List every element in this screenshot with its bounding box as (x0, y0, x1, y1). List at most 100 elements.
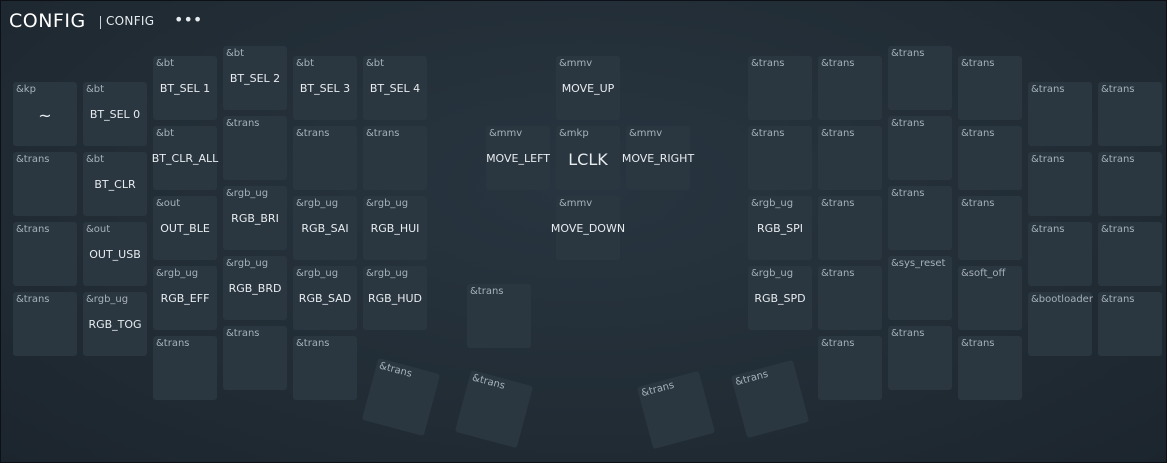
key-49[interactable]: &trans (818, 266, 882, 330)
key-behavior: &rgb_ug (226, 188, 269, 199)
key-0[interactable]: &kp ~ (13, 82, 77, 146)
key-param: OUT_BLE (160, 222, 210, 235)
key-behavior: &trans (751, 58, 785, 69)
key-58[interactable]: &trans (888, 326, 952, 390)
key-29[interactable]: &out OUT_USB (83, 222, 147, 286)
key-44[interactable]: &rgb_ug RGB_BRD (223, 256, 287, 320)
key-41[interactable]: &trans (13, 292, 77, 356)
key-4[interactable]: &bt BT_SEL 3 (293, 56, 357, 120)
key-52[interactable]: &bootloader (1028, 292, 1093, 356)
key-59[interactable]: &trans (958, 336, 1022, 400)
key-38[interactable]: &trans (958, 196, 1022, 260)
key-27[interactable]: &trans (1098, 152, 1162, 216)
key-behavior: &trans (1101, 84, 1135, 95)
key-35[interactable]: &rgb_ug RGB_SPI (748, 196, 812, 260)
key-23[interactable]: &trans (818, 126, 882, 190)
key-25[interactable]: &trans (958, 126, 1022, 190)
key-34[interactable]: &mmv MOVE_DOWN (551, 196, 625, 260)
keymap-editor: CONFIG CONFIG ••• &kp ~ &bt BT_SEL 0 &bt BT_S… (0, 0, 1167, 463)
key-behavior: &trans (470, 372, 507, 392)
key-3[interactable]: &bt BT_SEL 2 (223, 46, 287, 110)
key-42[interactable]: &rgb_ug RGB_TOG (83, 292, 147, 356)
key-behavior: &trans (16, 224, 50, 235)
key-32[interactable]: &rgb_ug RGB_SAI (293, 196, 357, 260)
key-behavior: &bt (86, 84, 105, 95)
key-17[interactable]: &trans (293, 126, 357, 190)
key-19[interactable]: &mmv MOVE_LEFT (486, 126, 550, 190)
key-behavior: &trans (821, 338, 855, 349)
key-56[interactable]: &trans (293, 336, 357, 400)
key-54[interactable]: &trans (153, 336, 217, 400)
key-45[interactable]: &rgb_ug RGB_SAD (293, 266, 357, 330)
key-behavior: &trans (821, 268, 855, 279)
key-behavior: &bt (86, 154, 105, 165)
key-31[interactable]: &rgb_ug RGB_BRI (223, 186, 287, 250)
key-46[interactable]: &rgb_ug RGB_HUD (363, 266, 427, 330)
key-55[interactable]: &trans (223, 326, 287, 390)
key-behavior: &out (86, 224, 111, 235)
key-5[interactable]: &bt BT_SEL 4 (363, 56, 427, 120)
key-48[interactable]: &rgb_ug RGB_SPD (748, 266, 812, 330)
key-2[interactable]: &bt BT_SEL 1 (153, 56, 217, 120)
key-13[interactable]: &trans (13, 152, 77, 216)
key-behavior: &rgb_ug (156, 268, 199, 279)
key-10[interactable]: &trans (958, 56, 1022, 120)
key-51[interactable]: &soft_off (958, 266, 1022, 330)
key-16[interactable]: &trans (223, 116, 287, 180)
key-63[interactable]: &trans (730, 359, 810, 439)
key-18[interactable]: &trans (363, 126, 427, 190)
key-20[interactable]: &mkp LCLK (556, 126, 620, 190)
key-8[interactable]: &trans (818, 56, 882, 120)
key-behavior: &trans (891, 118, 925, 129)
key-60[interactable]: &trans (361, 357, 441, 437)
key-33[interactable]: &rgb_ug RGB_HUI (363, 196, 427, 260)
key-57[interactable]: &trans (818, 336, 882, 400)
key-behavior: &rgb_ug (86, 294, 129, 305)
key-47[interactable]: &trans (467, 284, 531, 348)
key-11[interactable]: &trans (1028, 82, 1092, 146)
key-50[interactable]: &sys_reset (888, 256, 952, 320)
key-14[interactable]: &bt BT_CLR (83, 152, 147, 216)
key-behavior: &rgb_ug (296, 198, 339, 209)
key-behavior: &trans (1031, 224, 1065, 235)
key-24[interactable]: &trans (888, 116, 952, 180)
key-28[interactable]: &trans (13, 222, 77, 286)
key-behavior: &rgb_ug (366, 198, 409, 209)
key-behavior: &bt (296, 58, 315, 69)
key-12[interactable]: &trans (1098, 82, 1162, 146)
key-26[interactable]: &trans (1028, 152, 1092, 216)
key-param: BT_CLR_ALL (151, 152, 219, 165)
key-behavior: &trans (1031, 84, 1065, 95)
key-behavior: &rgb_ug (751, 198, 794, 209)
key-61[interactable]: &trans (454, 369, 534, 449)
key-param: RGB_HUI (370, 222, 420, 235)
key-param: RGB_HUD (367, 292, 422, 305)
key-behavior: &trans (821, 128, 855, 139)
key-15[interactable]: &bt BT_CLR_ALL (152, 126, 218, 190)
key-22[interactable]: &trans (748, 126, 812, 190)
key-behavior: &trans (1101, 294, 1135, 305)
key-behavior: &trans (734, 368, 770, 389)
key-behavior: &trans (891, 328, 925, 339)
key-param: MOVE_RIGHT (621, 152, 695, 165)
key-param: BT_SEL 0 (89, 108, 141, 121)
key-behavior: &rgb_ug (366, 268, 409, 279)
key-9[interactable]: &trans (888, 46, 952, 110)
key-1[interactable]: &bt BT_SEL 0 (83, 82, 147, 146)
key-62[interactable]: &trans (636, 370, 716, 450)
key-40[interactable]: &trans (1098, 222, 1162, 286)
key-21[interactable]: &mmv MOVE_RIGHT (622, 126, 694, 190)
key-43[interactable]: &rgb_ug RGB_EFF (153, 266, 217, 330)
key-36[interactable]: &trans (818, 196, 882, 260)
key-6[interactable]: &mmv MOVE_UP (556, 56, 620, 120)
key-behavior: &trans (891, 48, 925, 59)
key-30[interactable]: &out OUT_BLE (153, 196, 217, 260)
key-7[interactable]: &trans (748, 56, 812, 120)
key-39[interactable]: &trans (1028, 222, 1092, 286)
key-37[interactable]: &trans (888, 186, 952, 250)
key-param: BT_SEL 4 (369, 82, 421, 95)
key-behavior: &bt (366, 58, 385, 69)
key-behavior: &trans (1031, 154, 1065, 165)
key-param: BT_CLR (94, 178, 136, 191)
key-53[interactable]: &trans (1098, 292, 1162, 356)
